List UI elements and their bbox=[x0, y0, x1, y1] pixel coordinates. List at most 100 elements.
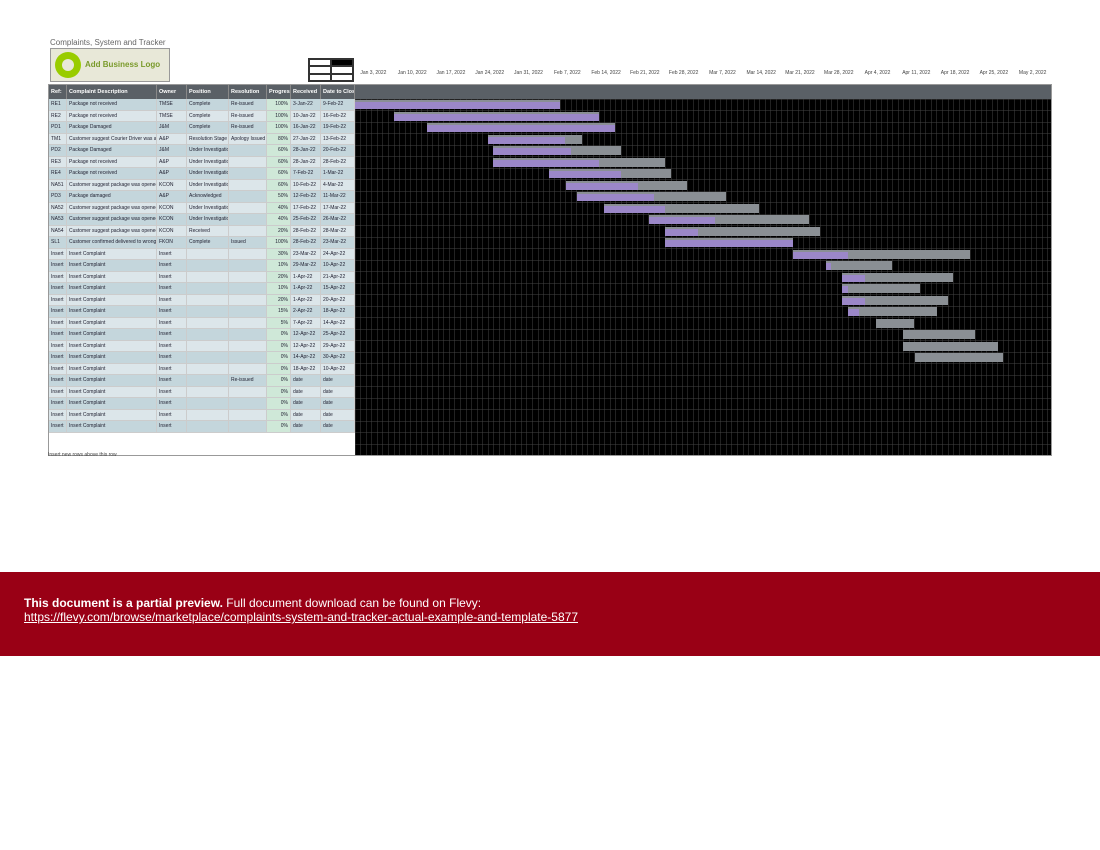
table-row[interactable]: RE4Package not receivedA&PUnder Investig… bbox=[49, 168, 355, 180]
cell-recv[interactable]: 23-Mar-22 bbox=[291, 249, 321, 260]
cell-due[interactable]: 23-Mar-22 bbox=[321, 237, 355, 248]
cell-pos[interactable] bbox=[187, 387, 229, 398]
cell-due[interactable]: date bbox=[321, 410, 355, 421]
header-position[interactable]: Position bbox=[187, 85, 229, 99]
cell-pos[interactable]: Complete bbox=[187, 111, 229, 122]
table-row[interactable]: SL1Customer confirmed delivered to wrong… bbox=[49, 237, 355, 249]
cell-res[interactable] bbox=[229, 398, 267, 409]
cell-ref[interactable]: NA53 bbox=[49, 214, 67, 225]
header-received[interactable]: Received bbox=[291, 85, 321, 99]
cell-due[interactable]: 28-Mar-22 bbox=[321, 226, 355, 237]
cell-pos[interactable]: Under Investigation bbox=[187, 168, 229, 179]
cell-pos[interactable] bbox=[187, 283, 229, 294]
cell-desc[interactable]: Insert Complaint bbox=[67, 421, 157, 432]
cell-due[interactable]: 9-Feb-22 bbox=[321, 99, 355, 110]
cell-owner[interactable]: Insert bbox=[157, 364, 187, 375]
cell-desc[interactable]: Package not received bbox=[67, 111, 157, 122]
cell-desc[interactable]: Customer suggest Courier Driver was abus… bbox=[67, 134, 157, 145]
cell-pos[interactable]: Under Investigation bbox=[187, 145, 229, 156]
cell-pos[interactable] bbox=[187, 318, 229, 329]
cell-ref[interactable]: Insert bbox=[49, 329, 67, 340]
cell-desc[interactable]: Customer suggest package was opened/used bbox=[67, 203, 157, 214]
gantt-bar-duration[interactable] bbox=[876, 319, 915, 328]
cell-recv[interactable]: 28-Jan-22 bbox=[291, 157, 321, 168]
table-row[interactable]: NA51Customer suggest package was opened/… bbox=[49, 180, 355, 192]
cell-pos[interactable] bbox=[187, 249, 229, 260]
cell-ref[interactable]: RE3 bbox=[49, 157, 67, 168]
cell-due[interactable]: 4-Mar-22 bbox=[321, 180, 355, 191]
cell-recv[interactable]: 1-Apr-22 bbox=[291, 272, 321, 283]
cell-res[interactable]: Re-issued bbox=[229, 111, 267, 122]
cell-desc[interactable]: Package not received bbox=[67, 99, 157, 110]
table-row[interactable]: NA54Customer suggest package was opened/… bbox=[49, 226, 355, 238]
cell-ref[interactable]: Insert bbox=[49, 352, 67, 363]
cell-owner[interactable]: Insert bbox=[157, 375, 187, 386]
cell-due[interactable]: 21-Apr-22 bbox=[321, 272, 355, 283]
cell-ref[interactable]: SL1 bbox=[49, 237, 67, 248]
cell-desc[interactable]: Insert Complaint bbox=[67, 306, 157, 317]
cell-due[interactable]: 10-Apr-22 bbox=[321, 364, 355, 375]
cell-res[interactable] bbox=[229, 226, 267, 237]
cell-desc[interactable]: Insert Complaint bbox=[67, 375, 157, 386]
cell-res[interactable] bbox=[229, 145, 267, 156]
cell-owner[interactable]: Insert bbox=[157, 249, 187, 260]
cell-pos[interactable] bbox=[187, 329, 229, 340]
cell-res[interactable] bbox=[229, 421, 267, 432]
cell-prog[interactable]: 60% bbox=[267, 157, 291, 168]
cell-owner[interactable]: Insert bbox=[157, 283, 187, 294]
cell-pos[interactable] bbox=[187, 272, 229, 283]
cell-recv[interactable]: 1-Apr-22 bbox=[291, 295, 321, 306]
cell-res[interactable] bbox=[229, 203, 267, 214]
cell-recv[interactable]: 7-Apr-22 bbox=[291, 318, 321, 329]
cell-prog[interactable]: 0% bbox=[267, 398, 291, 409]
cell-ref[interactable]: Insert bbox=[49, 249, 67, 260]
table-row[interactable]: TM1Customer suggest Courier Driver was a… bbox=[49, 134, 355, 146]
cell-owner[interactable]: KCON bbox=[157, 203, 187, 214]
cell-owner[interactable]: Insert bbox=[157, 272, 187, 283]
cell-due[interactable]: 29-Apr-22 bbox=[321, 341, 355, 352]
table-row[interactable]: NA52Customer suggest package was opened/… bbox=[49, 203, 355, 215]
cell-prog[interactable]: 20% bbox=[267, 295, 291, 306]
cell-prog[interactable]: 0% bbox=[267, 375, 291, 386]
cell-pos[interactable]: Complete bbox=[187, 99, 229, 110]
cell-res[interactable] bbox=[229, 191, 267, 202]
cell-res[interactable] bbox=[229, 341, 267, 352]
cell-recv[interactable]: 16-Jan-22 bbox=[291, 122, 321, 133]
gantt-bar-progress[interactable] bbox=[848, 309, 859, 316]
cell-desc[interactable]: Customer suggest package was opened/used bbox=[67, 180, 157, 191]
cell-due[interactable]: 11-Mar-22 bbox=[321, 191, 355, 202]
cell-due[interactable]: date bbox=[321, 398, 355, 409]
banner-link[interactable]: https://flevy.com/browse/marketplace/com… bbox=[24, 610, 578, 624]
cell-recv[interactable]: 12-Apr-22 bbox=[291, 329, 321, 340]
cell-desc[interactable]: Insert Complaint bbox=[67, 249, 157, 260]
cell-owner[interactable]: A&P bbox=[157, 191, 187, 202]
cell-due[interactable]: 20-Feb-22 bbox=[321, 145, 355, 156]
gantt-bar-progress[interactable] bbox=[665, 229, 698, 236]
cell-res[interactable] bbox=[229, 260, 267, 271]
cell-recv[interactable]: 10-Feb-22 bbox=[291, 180, 321, 191]
cell-prog[interactable]: 10% bbox=[267, 260, 291, 271]
gantt-bar-progress[interactable] bbox=[566, 183, 638, 190]
cell-recv[interactable]: 28-Feb-22 bbox=[291, 237, 321, 248]
table-row[interactable]: InsertInsert ComplaintInsert10%1-Apr-221… bbox=[49, 283, 355, 295]
cell-ref[interactable]: PD3 bbox=[49, 191, 67, 202]
cell-due[interactable]: 15-Apr-22 bbox=[321, 283, 355, 294]
cell-res[interactable]: Apology Issued bbox=[229, 134, 267, 145]
cell-ref[interactable]: Insert bbox=[49, 387, 67, 398]
cell-prog[interactable]: 30% bbox=[267, 249, 291, 260]
cell-ref[interactable]: Insert bbox=[49, 318, 67, 329]
table-row[interactable]: InsertInsert ComplaintInsert20%1-Apr-222… bbox=[49, 295, 355, 307]
cell-res[interactable] bbox=[229, 364, 267, 375]
cell-prog[interactable]: 0% bbox=[267, 410, 291, 421]
cell-pos[interactable]: Resolution Stage bbox=[187, 134, 229, 145]
cell-owner[interactable]: Insert bbox=[157, 387, 187, 398]
header-owner[interactable]: Owner bbox=[157, 85, 187, 99]
cell-prog[interactable]: 100% bbox=[267, 99, 291, 110]
gantt-bar-progress[interactable] bbox=[604, 206, 665, 213]
cell-recv[interactable]: 18-Apr-22 bbox=[291, 364, 321, 375]
cell-res[interactable] bbox=[229, 180, 267, 191]
cell-pos[interactable]: Under Investigation bbox=[187, 157, 229, 168]
cell-owner[interactable]: Insert bbox=[157, 341, 187, 352]
cell-res[interactable] bbox=[229, 295, 267, 306]
cell-prog[interactable]: 40% bbox=[267, 203, 291, 214]
